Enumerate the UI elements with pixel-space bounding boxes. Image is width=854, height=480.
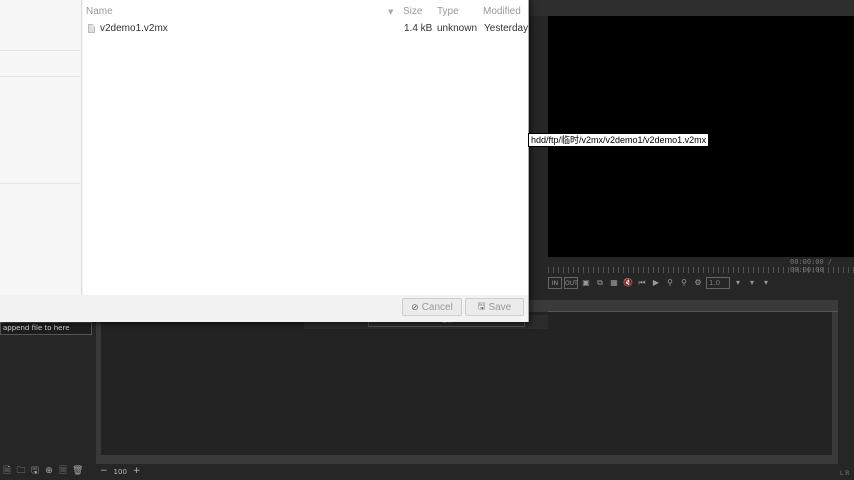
column-type[interactable]: Type bbox=[437, 6, 459, 17]
skip-back-icon[interactable]: ⏮ bbox=[636, 277, 648, 289]
timeline-tracks[interactable] bbox=[101, 312, 832, 455]
file-row[interactable]: v2demo1.v2mx 1.4 kB unknown Yesterday bbox=[83, 21, 528, 37]
file-list: Name ▼ Size Type Modified v2demo1.v2mx 1… bbox=[83, 0, 528, 295]
audio-channel-label: L R bbox=[840, 470, 850, 477]
file-type: unknown bbox=[437, 23, 478, 34]
folder-icon[interactable]: 🗀 bbox=[16, 466, 26, 477]
trash-icon[interactable]: 🗑 bbox=[72, 466, 83, 477]
file-modified: Yesterday bbox=[484, 23, 529, 34]
column-modified[interactable]: Modified bbox=[483, 6, 521, 17]
dropdown-icon[interactable]: ▾ bbox=[746, 277, 758, 289]
zoom-out-button[interactable]: − bbox=[100, 466, 108, 478]
add-icon[interactable]: ⊕ bbox=[44, 466, 54, 477]
file-name: v2demo1.v2mx bbox=[100, 23, 168, 34]
cancel-button[interactable]: ⊘ Cancel bbox=[402, 298, 462, 316]
timeline-header bbox=[548, 302, 838, 312]
sidebar-separator bbox=[0, 76, 80, 77]
dropdown-icon[interactable]: ▾ bbox=[760, 277, 772, 289]
save-icon: 🖫 bbox=[477, 301, 486, 311]
sidebar-separator bbox=[0, 183, 80, 184]
speed-select[interactable]: 1.0 bbox=[706, 277, 730, 289]
marker-icon[interactable]: ⚲ bbox=[664, 277, 676, 289]
transport-bar: IN OUT ▣ ⧉ ▦ 🔇 ⏮ ▶ ⚲ ⚲ ⚙ 1.0 ▾ ▾ ▾ bbox=[548, 276, 772, 290]
mute-icon[interactable]: 🔇 bbox=[622, 277, 634, 289]
zoom-in-button[interactable]: + bbox=[133, 466, 141, 478]
cancel-icon: ⊘ bbox=[411, 301, 419, 312]
column-name[interactable]: Name bbox=[86, 6, 113, 17]
save-file-icon[interactable]: 🖫 bbox=[30, 466, 40, 477]
new-file-icon[interactable]: 🗎 bbox=[2, 466, 12, 477]
location-icon[interactable]: ⚲ bbox=[678, 277, 690, 289]
path-tooltip: hdd/ftp/临时/v2mx/v2demo1/v2demo1.v2mx bbox=[528, 133, 710, 147]
copy-icon[interactable]: ⧉ bbox=[594, 277, 606, 289]
cancel-label: Cancel bbox=[421, 301, 453, 313]
zoom-value: 100 bbox=[113, 468, 127, 476]
export-icon[interactable]: 🗏 bbox=[58, 466, 68, 477]
places-sidebar[interactable] bbox=[0, 0, 82, 295]
file-icon bbox=[88, 24, 95, 33]
column-size[interactable]: Size bbox=[403, 6, 422, 17]
film-icon[interactable]: ▦ bbox=[608, 277, 620, 289]
sidebar-separator bbox=[0, 50, 80, 51]
file-size: 1.4 kB bbox=[404, 23, 433, 34]
play-icon[interactable]: ▶ bbox=[650, 277, 662, 289]
save-label: Save bbox=[488, 301, 512, 313]
preview-header bbox=[529, 0, 854, 16]
dropdown-icon[interactable]: ▾ bbox=[732, 277, 744, 289]
mark-out-button[interactable]: OUT bbox=[564, 277, 578, 289]
settings-icon[interactable]: ⚙ bbox=[692, 277, 704, 289]
sort-down-icon: ▼ bbox=[388, 8, 394, 16]
mark-in-button[interactable]: IN bbox=[548, 277, 562, 289]
zoom-control: − 100 + bbox=[100, 466, 140, 478]
save-file-dialog: Name ▼ Size Type Modified v2demo1.v2mx 1… bbox=[0, 0, 529, 322]
save-button[interactable]: 🖫 Save bbox=[465, 298, 524, 316]
append-drop-zone[interactable]: append file to here bbox=[0, 322, 92, 335]
clip-icon[interactable]: ▣ bbox=[580, 277, 592, 289]
timeline-ruler[interactable] bbox=[548, 267, 854, 273]
bottom-toolbar: 🗎 🗀 🖫 ⊕ 🗏 🗑 bbox=[2, 466, 83, 477]
